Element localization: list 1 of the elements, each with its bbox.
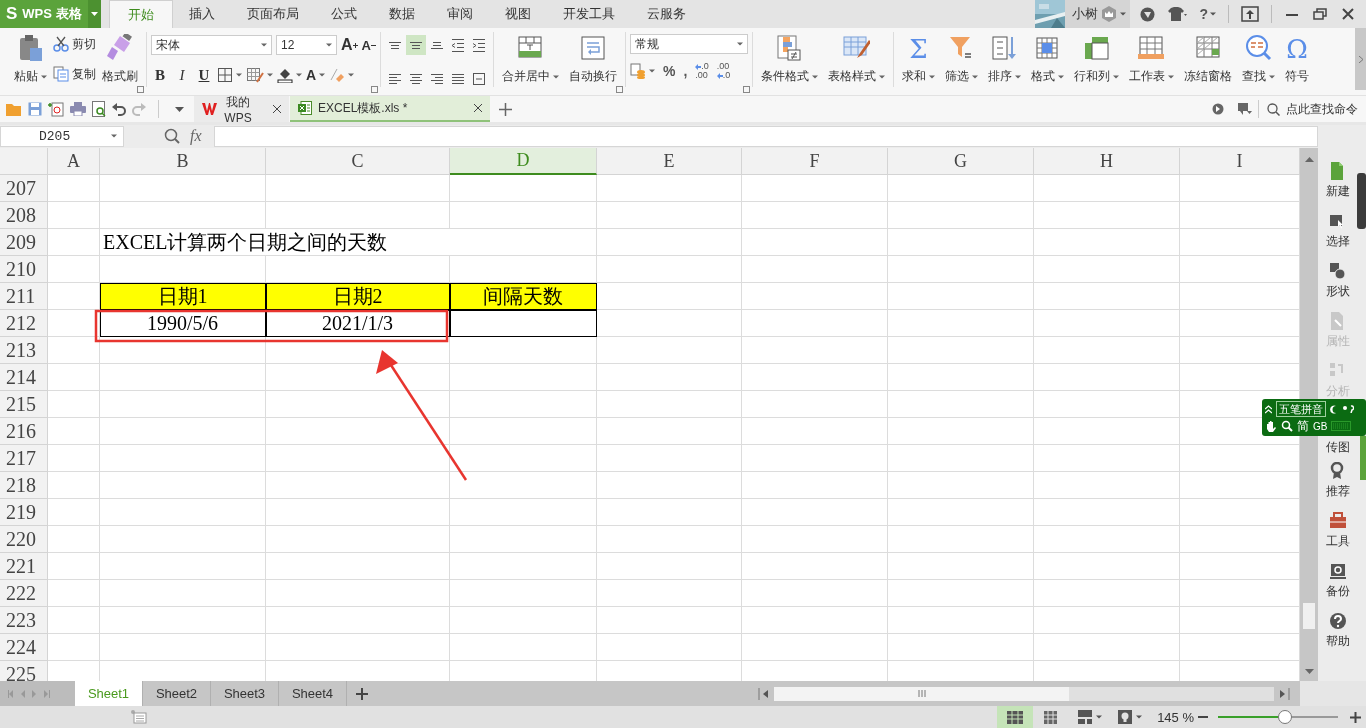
zoom-level: 145 %	[1157, 709, 1194, 725]
